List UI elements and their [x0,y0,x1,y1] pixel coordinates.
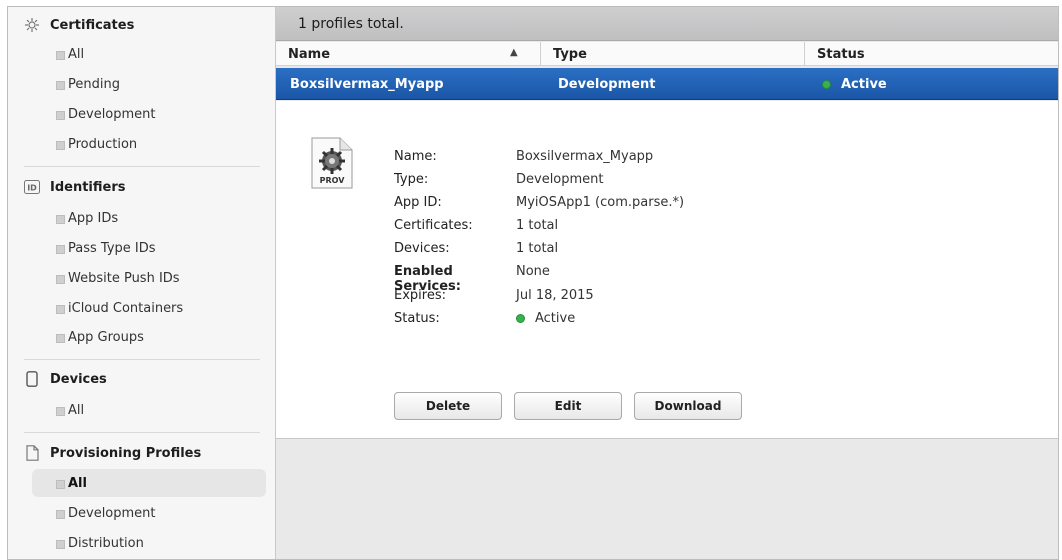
detail-status-label: Active [535,311,576,326]
column-header-label: Type [553,46,587,62]
sidebar-item-website-push-ids[interactable]: Website Push IDs [32,264,266,292]
detail-row-certificates: Certificates: 1 total [394,218,558,233]
document-icon [24,445,40,461]
sidebar-section-label: Identifiers [50,179,126,195]
provisioning-profile-icon: PROV [310,137,354,189]
column-header-name[interactable]: Name [276,42,528,66]
sidebar-item-certificates-pending[interactable]: Pending [32,70,266,98]
row-type: Development [558,76,656,92]
results-summary: 1 profiles total. [298,15,404,32]
sidebar-item-profiles-development[interactable]: Development [32,499,266,527]
column-header-status[interactable]: Status [804,42,1058,66]
detail-value: Jul 18, 2015 [516,288,594,303]
detail-value: Boxsilvermax_Myapp [516,149,654,164]
status-active-icon [822,79,831,89]
sidebar-item-pass-type-ids[interactable]: Pass Type IDs [32,234,266,262]
sidebar-section-devices[interactable]: Devices [8,365,276,393]
table-header: Name ▲ Type Status [276,42,1058,66]
detail-value: MyiOSApp1 (com.parse.*) [516,195,685,210]
detail-label: Devices: [394,241,450,256]
sidebar-item-label: Pass Type IDs [68,240,156,256]
delete-button[interactable]: Delete [394,392,502,420]
column-header-type[interactable]: Type [540,42,800,66]
sidebar-item-label: Development [68,505,156,521]
sidebar-item-label: App Groups [68,329,144,345]
sidebar-item-label: App IDs [68,210,119,226]
sidebar-item-profiles-distribution[interactable]: Distribution [32,529,266,557]
sidebar-section-label: Certificates [50,17,135,33]
sidebar-item-icloud-containers[interactable]: iCloud Containers [32,294,266,322]
edit-button[interactable]: Edit [514,392,622,420]
row-name: Boxsilvermax_Myapp [290,76,444,92]
detail-value: Development [516,172,604,187]
sidebar-item-profiles-all[interactable]: All [32,469,266,497]
detail-label: Status: [394,311,440,326]
detail-value: 1 total [516,241,559,256]
sidebar-item-devices-all[interactable]: All [32,396,266,424]
detail-label: Expires: [394,288,446,303]
sidebar-section-label: Provisioning Profiles [50,445,202,461]
sort-ascending-icon: ▲ [510,47,518,58]
profile-detail-panel: PROV Name: Boxsilvermax_Myapp Type: Deve… [276,101,1058,439]
sidebar-item-label: Distribution [68,535,144,551]
sidebar-item-label: All [68,402,85,418]
detail-label: Name: [394,149,437,164]
sidebar-section-label: Devices [50,371,107,387]
status-active-icon [516,314,525,323]
detail-row-app-id: App ID: MyiOSApp1 (com.parse.*) [394,195,684,210]
svg-text:PROV: PROV [320,176,346,185]
sidebar-divider [24,359,260,360]
sidebar-item-label: Development [68,106,156,122]
column-header-label: Name [288,46,331,62]
detail-value: 1 total [516,218,559,233]
sidebar-item-certificates-production[interactable]: Production [32,130,266,158]
id-badge-icon: ID [24,179,40,195]
sidebar-divider [24,166,260,167]
sidebar-item-label: All [68,475,87,491]
device-phone-icon [24,371,40,387]
column-header-label: Status [817,46,865,62]
sidebar-divider [24,432,260,433]
sidebar-item-label: iCloud Containers [68,300,184,316]
sidebar-section-identifiers[interactable]: ID Identifiers [8,173,276,201]
detail-label: Type: [394,172,429,187]
detail-row-expires: Expires: Jul 18, 2015 [394,288,594,303]
download-button[interactable]: Download [634,392,742,420]
sidebar-item-app-ids[interactable]: App IDs [32,204,266,232]
sidebar-item-label: Website Push IDs [68,270,180,286]
row-status: Active [822,68,887,100]
sidebar-item-app-groups[interactable]: App Groups [32,323,266,351]
sidebar: Certificates All Pending Development Pro… [8,7,276,559]
detail-label: App ID: [394,195,442,210]
detail-row-status: Status: Active [394,311,575,326]
detail-row-devices: Devices: 1 total [394,241,558,256]
svg-text:ID: ID [27,184,37,193]
results-summary-bar: 1 profiles total. [276,7,1058,41]
detail-value: Active [516,311,575,326]
sidebar-item-certificates-all[interactable]: All [32,40,266,68]
row-status-label: Active [841,76,887,92]
detail-row-type: Type: Development [394,172,604,187]
sidebar-section-certificates[interactable]: Certificates [8,11,276,39]
main-panel: 1 profiles total. Name ▲ Type Status Box… [276,7,1058,559]
sidebar-item-certificates-development[interactable]: Development [32,100,266,128]
sidebar-item-label: Production [68,136,138,152]
sidebar-section-provisioning-profiles[interactable]: Provisioning Profiles [8,439,276,467]
detail-row-name: Name: Boxsilvermax_Myapp [394,149,653,164]
sidebar-item-label: Pending [68,76,120,92]
developer-portal-window: Certificates All Pending Development Pro… [7,6,1059,560]
detail-label: Certificates: [394,218,473,233]
sidebar-item-label: All [68,46,85,62]
table-row[interactable]: Boxsilvermax_Myapp Development Active [276,68,1058,100]
certificate-gear-icon [24,17,40,33]
